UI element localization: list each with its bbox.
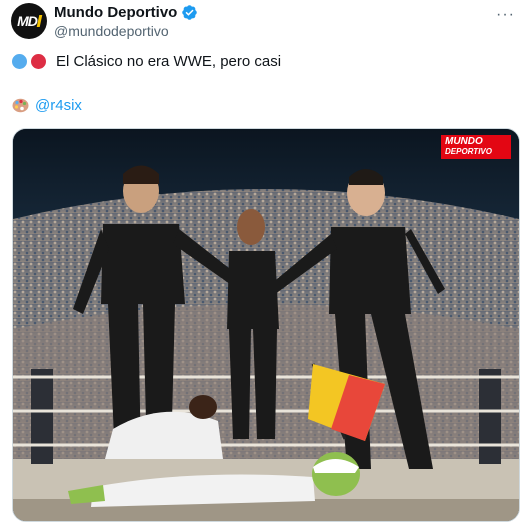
author-handle[interactable]: @mundodeportivo bbox=[54, 23, 169, 39]
tweet-text-row: El Clásico no era WWE, pero casi bbox=[12, 53, 281, 70]
mundo-deportivo-watermark-logo: MUNDO DEPORTIVO bbox=[441, 135, 511, 159]
more-options-icon[interactable]: ··· bbox=[496, 6, 515, 24]
author-name-row: Mundo Deportivo bbox=[54, 4, 198, 21]
credit-row: @r4six bbox=[12, 97, 82, 114]
author-display-name[interactable]: Mundo Deportivo bbox=[54, 4, 177, 21]
blue-circle-icon bbox=[12, 54, 27, 69]
avatar[interactable]: MD bbox=[11, 3, 47, 39]
avatar-logo: MD bbox=[17, 13, 43, 29]
tweet-image[interactable]: MUNDO DEPORTIVO bbox=[12, 128, 520, 522]
tweet-text: El Clásico no era WWE, pero casi bbox=[56, 53, 282, 70]
artist-palette-icon bbox=[12, 98, 29, 113]
verified-badge-icon bbox=[181, 4, 198, 21]
red-circle-icon bbox=[31, 54, 46, 69]
cartoon-illustration bbox=[13, 129, 519, 521]
credit-mention-link[interactable]: @r4six bbox=[35, 97, 82, 114]
